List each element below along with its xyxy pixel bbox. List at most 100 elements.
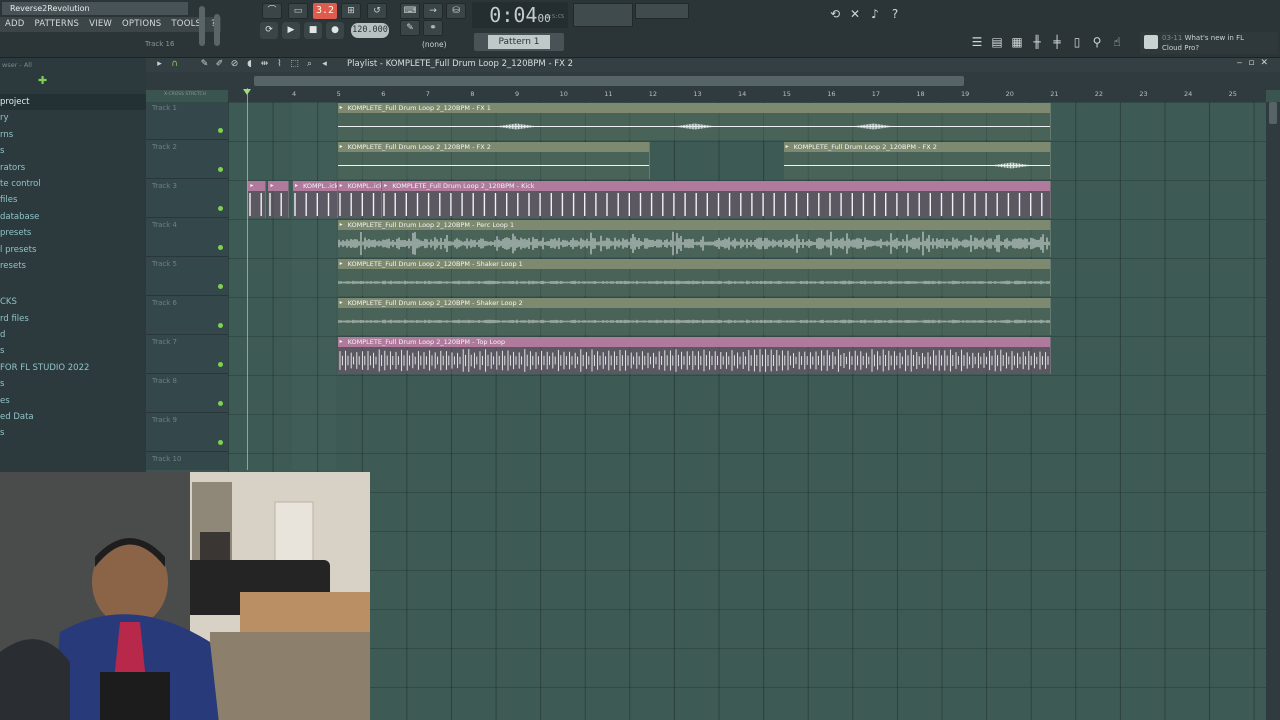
browser-item[interactable]: es — [0, 393, 146, 409]
browser-item[interactable]: presets — [0, 225, 146, 241]
browser-item[interactable]: s — [0, 343, 146, 359]
browser-add-icon[interactable]: ✚ — [38, 74, 47, 87]
speaker-icon[interactable]: ◂ — [319, 58, 330, 71]
piano-roll-icon[interactable]: ▦ — [1009, 34, 1025, 50]
zoom-icon[interactable]: ⌕ — [304, 58, 315, 71]
channel-rack-icon[interactable]: ▤ — [989, 34, 1005, 50]
tempo-display[interactable]: 120.000 — [351, 23, 389, 38]
pattern-selector[interactable]: Pattern 1 — [474, 33, 564, 51]
track-header[interactable]: Track 7 — [146, 336, 228, 374]
menu-add[interactable]: ADD — [0, 17, 30, 32]
browser-item[interactable]: ed Data — [0, 409, 146, 425]
track-mute-led[interactable] — [218, 401, 223, 406]
typing-keyboard-icon[interactable]: ⌨ — [400, 3, 420, 19]
pattern-none-label[interactable]: (none) — [422, 40, 447, 49]
paint-icon[interactable]: ✐ — [214, 58, 225, 71]
browser-item[interactable]: s — [0, 376, 146, 392]
track-mute-led[interactable] — [218, 440, 223, 445]
loop-icon[interactable]: ⟳ — [260, 22, 278, 39]
browser-item[interactable]: rd files — [0, 311, 146, 327]
help-icon[interactable]: ? — [887, 6, 903, 22]
browser-item[interactable]: database — [0, 209, 146, 225]
loop-record-icon[interactable]: ↺ — [367, 3, 387, 19]
browser-item[interactable]: resets — [0, 258, 146, 274]
browser-item[interactable]: l presets — [0, 242, 146, 258]
select-icon[interactable]: ⬚ — [289, 58, 300, 71]
audio-clip[interactable]: KOMPLETE_Full Drum Loop 2_120BPM - FX 1 — [337, 103, 1052, 140]
track-header[interactable]: Track 2 — [146, 141, 228, 179]
news-panel[interactable]: 03-11 What's new in FL Cloud Pro? — [1140, 32, 1278, 54]
audio-clip[interactable]: KOMPLETE_Full Drum Loop 2_120BPM - FX 2 — [783, 142, 1052, 179]
track-header[interactable]: Track 4 — [146, 219, 228, 257]
audio-clip[interactable] — [268, 181, 289, 218]
browser-item[interactable]: s — [0, 425, 146, 441]
audio-clip[interactable]: KOMPLETE_Full Drum Loop 2_120BPM - Top L… — [337, 337, 1052, 374]
song-time-display[interactable]: 0:0400 M:S:CS — [472, 2, 568, 28]
playhead-marker[interactable] — [243, 89, 251, 95]
browser-item[interactable]: d — [0, 327, 146, 343]
track-mute-led[interactable] — [218, 167, 223, 172]
browser-icon[interactable]: ▯ — [1069, 34, 1085, 50]
tools-icon[interactable]: ✕ — [847, 6, 863, 22]
audio-clip[interactable]: KOMPLETE_Full Drum Loop 2_120BPM - FX 2 — [337, 142, 650, 179]
stop-icon[interactable]: ■ — [304, 22, 322, 39]
mute-tool-icon[interactable]: ◖ — [244, 58, 255, 71]
mic-icon[interactable]: ♪ — [867, 6, 883, 22]
track-header[interactable]: Track 1 — [146, 102, 228, 140]
arrow-right-icon[interactable]: ▸ — [154, 58, 165, 71]
track-header[interactable]: Track 9 — [146, 414, 228, 452]
browser-item[interactable]: ry — [0, 110, 146, 126]
audio-clip[interactable] — [248, 181, 267, 218]
delete-icon[interactable]: ⊘ — [229, 58, 240, 71]
mixer-icon[interactable]: ╫ — [1029, 34, 1045, 50]
touch-icon[interactable]: ☝ — [1109, 34, 1125, 50]
timeline-ruler[interactable]: X-CROSS STRETCH 4 5 6 7 8 9 10 11 12 13 14 15 16 17 18… — [164, 88, 1266, 102]
link-icon[interactable]: ⚭ — [423, 20, 443, 36]
snap-magnet-icon[interactable]: ✎ — [400, 20, 420, 36]
undo-icon[interactable]: ⟲ — [827, 6, 843, 22]
plugin-icon[interactable]: ⚲ — [1089, 34, 1105, 50]
wait-for-input-icon[interactable]: ▭ — [288, 3, 308, 19]
browser-item[interactable]: s — [0, 143, 146, 159]
record-icon[interactable]: ● — [326, 22, 344, 39]
playlist-vertical-scrollbar[interactable] — [1266, 102, 1280, 720]
window-controls[interactable]: ‒▫✕ — [1237, 58, 1274, 68]
browser-item[interactable]: files — [0, 192, 146, 208]
audio-clip[interactable]: KOMPL..ick — [293, 181, 338, 218]
track-header[interactable]: Track 8 — [146, 375, 228, 413]
vscroll-thumb[interactable] — [1269, 102, 1277, 124]
magnet-icon[interactable]: ∩ — [169, 58, 180, 71]
track-mute-led[interactable] — [218, 284, 223, 289]
track-mute-led[interactable] — [218, 245, 223, 250]
metronome-icon[interactable]: ⌒ — [262, 3, 282, 19]
browser-item[interactable]: CKS — [0, 294, 146, 310]
menu-options[interactable]: OPTIONS — [117, 17, 166, 32]
browser-item[interactable]: rns — [0, 127, 146, 143]
track-mute-led[interactable] — [218, 206, 223, 211]
browser-filter[interactable]: wser - All — [0, 58, 146, 72]
slip-icon[interactable]: ⇹ — [259, 58, 270, 71]
audio-clip[interactable]: KOMPLETE_Full Drum Loop 2_120BPM - Shake… — [337, 298, 1052, 335]
browser-item[interactable]: FOR FL STUDIO 2022 — [0, 360, 146, 376]
track-header[interactable]: Track 6 — [146, 297, 228, 335]
browser-item[interactable]: rators — [0, 160, 146, 176]
pencil-icon[interactable]: ✎ — [199, 58, 210, 71]
browser-item[interactable]: project — [0, 94, 146, 111]
slice-icon[interactable]: ⌇ — [274, 58, 285, 71]
play-icon[interactable]: ▶ — [282, 22, 300, 39]
track-mute-led[interactable] — [218, 128, 223, 133]
audio-clip[interactable]: KOMPLETE_Full Drum Loop 2_120BPM - Perc … — [337, 220, 1052, 257]
playlist-horizontal-scrollbar[interactable] — [254, 76, 964, 86]
menu-patterns[interactable]: PATTERNS — [30, 17, 85, 32]
track-mute-led[interactable] — [218, 323, 223, 328]
audio-clip[interactable]: KOMPLETE_Full Drum Loop 2_120BPM - Kick — [382, 181, 1052, 218]
recording-filter-icon[interactable]: ⛁ — [446, 3, 466, 19]
playlist-icon[interactable]: ☰ — [969, 34, 985, 50]
pattern-song-mode-button[interactable]: 3.2 — [313, 3, 337, 19]
menu-view[interactable]: VIEW — [84, 17, 117, 32]
audio-clip[interactable]: KOMPLETE_Full Drum Loop 2_120BPM - Shake… — [337, 259, 1052, 296]
master-volume-slider[interactable] — [199, 6, 205, 46]
step-edit-icon[interactable]: → — [423, 3, 443, 19]
track-header[interactable]: Track 5 — [146, 258, 228, 296]
audio-clip[interactable]: KOMPL..ick — [337, 181, 383, 218]
